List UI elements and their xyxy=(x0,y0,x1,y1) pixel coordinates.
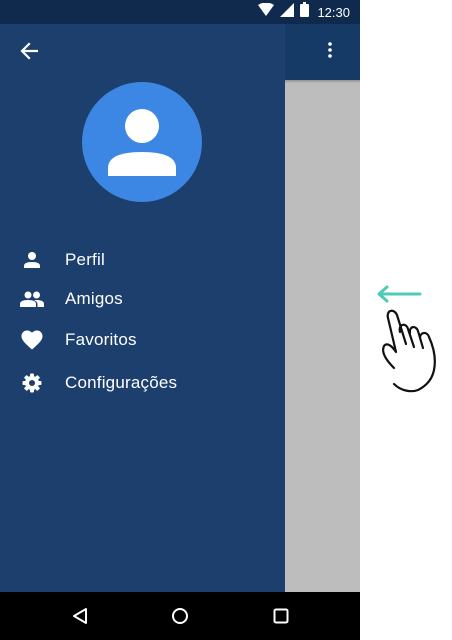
drawer-item-perfil[interactable]: Perfil xyxy=(0,242,285,278)
status-icons: 12:30 xyxy=(258,0,350,24)
swipe-gesture-hint xyxy=(372,280,452,400)
people-icon xyxy=(20,287,44,311)
back-triangle-icon[interactable] xyxy=(68,604,92,628)
home-circle-icon[interactable] xyxy=(168,604,192,628)
more-vert-icon[interactable] xyxy=(320,38,340,62)
cellular-signal-icon xyxy=(280,2,295,22)
swipe-left-arrow-icon xyxy=(377,285,422,303)
arrow-back-icon[interactable] xyxy=(16,38,42,64)
status-time: 12:30 xyxy=(317,4,350,20)
navigation-drawer: Perfil Amigos Favoritos Configurações xyxy=(0,24,285,592)
phone-screen: 12:30 Perfil Amigos Favoritos Configuraç… xyxy=(0,0,360,640)
avatar[interactable] xyxy=(82,82,202,202)
drawer-item-label: Amigos xyxy=(65,289,123,308)
person-icon xyxy=(20,248,44,272)
drawer-item-configuracoes[interactable]: Configurações xyxy=(0,365,285,401)
drawer-item-amigos[interactable]: Amigos xyxy=(0,281,285,317)
drawer-item-label: Favoritos xyxy=(65,330,137,349)
hand-pointer-icon xyxy=(382,309,436,393)
recents-square-icon[interactable] xyxy=(269,604,293,628)
battery-icon xyxy=(300,2,310,22)
person-icon xyxy=(108,109,176,176)
gear-icon xyxy=(20,371,44,395)
drawer-item-label: Perfil xyxy=(65,250,105,269)
drawer-item-label: Configurações xyxy=(65,373,178,392)
drawer-item-favoritos[interactable]: Favoritos xyxy=(0,322,285,358)
wifi-icon xyxy=(258,2,275,22)
system-navigation-bar xyxy=(0,592,360,640)
status-bar: 12:30 xyxy=(0,0,360,24)
heart-icon xyxy=(20,328,44,352)
